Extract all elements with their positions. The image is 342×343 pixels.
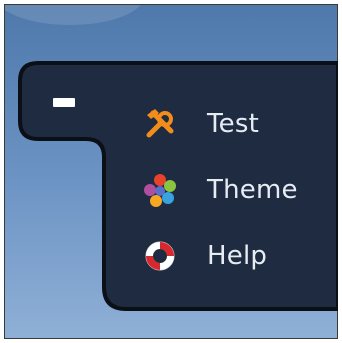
menu-item-label: Theme <box>207 175 298 205</box>
palette-icon <box>143 173 177 207</box>
menu-item-help[interactable]: Help <box>143 236 267 276</box>
tools-icon <box>143 107 177 141</box>
menu-item-label: Test <box>207 109 260 139</box>
menu-item-theme[interactable]: Theme <box>143 170 298 210</box>
menu-item-test[interactable]: Test <box>143 104 259 144</box>
menu-item-label: Help <box>207 241 268 271</box>
collapse-button[interactable] <box>53 98 75 107</box>
lifebuoy-icon <box>143 239 177 273</box>
